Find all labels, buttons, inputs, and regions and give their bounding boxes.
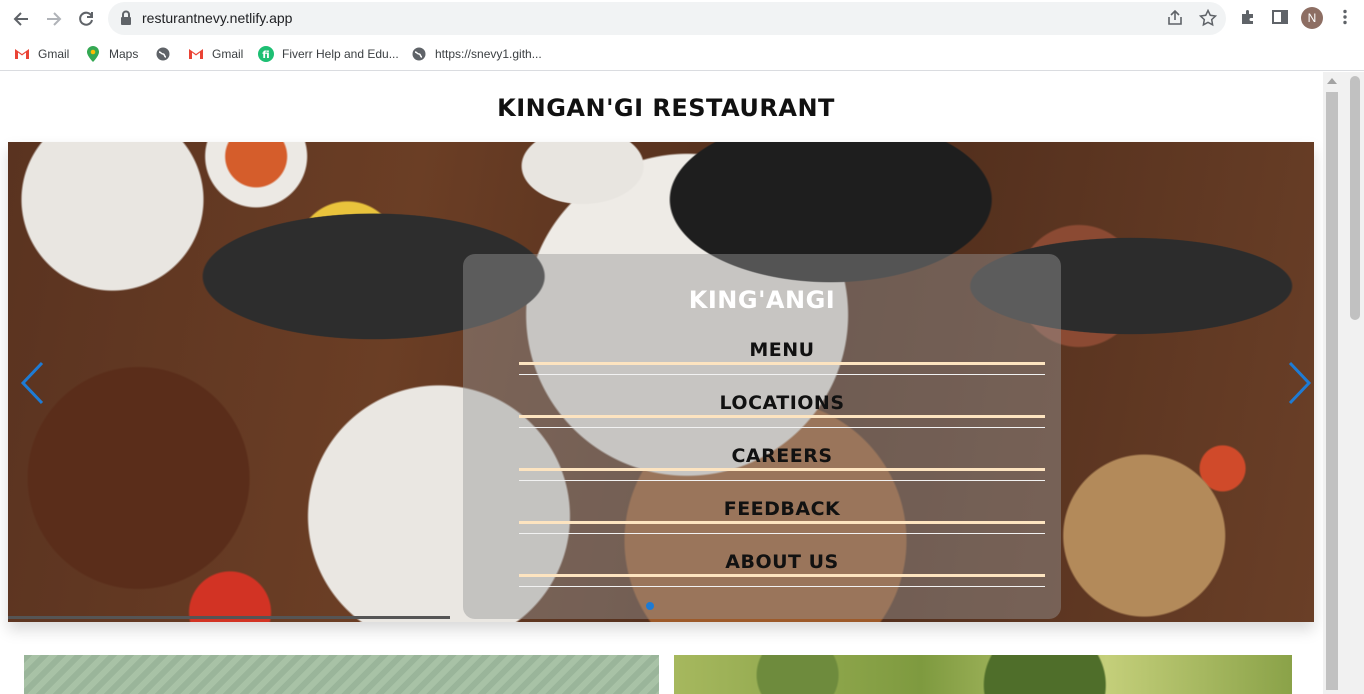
divider: [519, 415, 1045, 418]
carousel-prev-button[interactable]: [18, 360, 48, 406]
bookmark-label: Maps: [109, 47, 139, 61]
nav-careers[interactable]: CAREERS: [519, 445, 1045, 485]
fiverr-icon: fi: [258, 46, 274, 62]
hero-menu-panel: KING'ANGI MENU LOCATIONS CAREERS FEEDBAC…: [463, 254, 1061, 619]
maps-icon: [85, 46, 101, 62]
nav-locations[interactable]: LOCATIONS: [519, 392, 1045, 432]
globe-icon: [411, 46, 427, 62]
scrollbar-thumb[interactable]: [1326, 92, 1338, 690]
back-button[interactable]: [8, 6, 34, 32]
divider: [519, 574, 1045, 577]
scroll-up-icon[interactable]: [1327, 78, 1337, 84]
hero-carousel[interactable]: KING'ANGI MENU LOCATIONS CAREERS FEEDBAC…: [8, 142, 1314, 622]
bookmark-globe[interactable]: [155, 44, 179, 64]
bookmark-label: Gmail: [38, 47, 70, 61]
nav-about-us-label: ABOUT US: [725, 551, 839, 573]
reload-button[interactable]: [73, 6, 99, 32]
nav-locations-label: LOCATIONS: [719, 392, 845, 414]
url-text: resturantnevy.netlify.app: [142, 10, 293, 26]
forward-button[interactable]: [41, 6, 67, 32]
nav-menu-label: MENU: [749, 339, 815, 361]
bookmark-gmail[interactable]: Gmail: [14, 44, 69, 64]
side-panel-icon[interactable]: [1271, 8, 1289, 26]
divider: [519, 586, 1045, 587]
nav-careers-label: CAREERS: [731, 445, 833, 467]
carousel-next-button[interactable]: [1284, 360, 1314, 406]
outer-scrollbar[interactable]: [1348, 72, 1362, 694]
divider: [519, 521, 1045, 524]
feature-card-right[interactable]: [674, 655, 1292, 694]
bookmark-gmail-2[interactable]: Gmail: [188, 44, 243, 64]
nav-feedback[interactable]: FEEDBACK: [519, 498, 1045, 538]
divider: [519, 468, 1045, 471]
page-viewport: KINGAN'GI RESTAURANT KING'ANGI MENU LOCA…: [0, 72, 1323, 694]
address-bar[interactable]: resturantnevy.netlify.app: [108, 2, 1226, 35]
forward-arrow-icon: [47, 12, 62, 26]
svg-text:fi: fi: [262, 50, 269, 61]
divider: [519, 374, 1045, 375]
browser-toolbar: resturantnevy.netlify.app N: [0, 0, 1364, 37]
bookmarks-bar: Gmail Maps Gmail fi Fiverr Help and Edu.…: [0, 37, 1364, 71]
bookmark-star-icon[interactable]: [1199, 9, 1217, 27]
share-icon[interactable]: [1166, 9, 1184, 27]
brand-name: KING'ANGI: [688, 286, 836, 314]
page-title: KINGAN'GI RESTAURANT: [497, 94, 835, 122]
bookmark-fiverr[interactable]: fi Fiverr Help and Edu...: [258, 44, 399, 64]
reload-icon: [79, 11, 93, 26]
globe-icon: [155, 46, 171, 62]
more-menu-icon[interactable]: [1336, 8, 1354, 26]
carousel-indicator-active[interactable]: [646, 602, 654, 610]
gmail-icon: [188, 46, 204, 62]
nav-feedback-label: FEEDBACK: [723, 498, 841, 520]
bookmark-label: Fiverr Help and Edu...: [282, 47, 399, 61]
back-arrow-icon: [13, 12, 28, 26]
profile-avatar[interactable]: N: [1301, 7, 1323, 29]
page-scrollbar[interactable]: [1323, 72, 1364, 694]
nav-about-us[interactable]: ABOUT US: [519, 551, 1045, 591]
bookmark-snevy[interactable]: https://snevy1.gith...: [411, 44, 542, 64]
divider: [519, 362, 1045, 365]
feature-card-left[interactable]: [24, 655, 659, 694]
lock-icon: [121, 10, 131, 25]
bookmark-label: https://snevy1.gith...: [435, 47, 542, 61]
nav-menu[interactable]: MENU: [519, 339, 1045, 379]
bookmark-maps[interactable]: Maps: [85, 44, 138, 64]
divider: [519, 533, 1045, 534]
bookmark-label: Gmail: [212, 47, 244, 61]
gmail-icon: [14, 46, 30, 62]
outer-scrollbar-thumb[interactable]: [1350, 76, 1360, 320]
divider: [519, 427, 1045, 428]
carousel-progress-bar: [8, 616, 450, 619]
divider: [519, 480, 1045, 481]
extensions-icon[interactable]: [1239, 8, 1257, 26]
